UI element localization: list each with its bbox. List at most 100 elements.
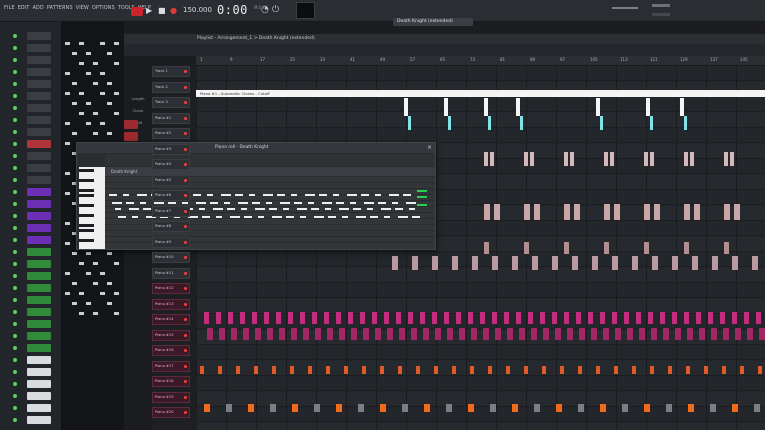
pattern-clip[interactable] [226, 404, 232, 412]
pattern-clip[interactable] [516, 312, 521, 324]
pattern-clip[interactable] [387, 328, 393, 340]
track-header[interactable]: Track 2 [152, 81, 190, 93]
midi-note[interactable] [283, 208, 289, 210]
pattern-clip[interactable] [644, 204, 650, 220]
step-cell[interactable] [72, 102, 77, 105]
pattern-clip[interactable] [468, 312, 473, 324]
playlist-track-lane[interactable] [196, 128, 765, 143]
step-cell[interactable] [107, 132, 112, 135]
track-mute-led[interactable] [184, 318, 187, 321]
step-cell[interactable] [114, 262, 119, 265]
step-cell[interactable] [93, 282, 98, 285]
wait-record-icon[interactable]: ⏻ [272, 5, 279, 15]
pattern-clip[interactable] [471, 328, 477, 340]
pattern-clip[interactable] [696, 312, 701, 324]
track-mute-led[interactable] [184, 349, 187, 352]
midi-note[interactable] [308, 202, 314, 204]
pattern-clip[interactable] [663, 328, 669, 340]
pattern-clip[interactable] [288, 312, 293, 324]
pattern-clip[interactable] [708, 312, 713, 324]
channel-led[interactable] [13, 58, 17, 62]
pattern-clip[interactable] [204, 404, 210, 412]
pattern-clip[interactable] [351, 328, 357, 340]
track-mute-led[interactable] [184, 101, 187, 104]
pattern-clip[interactable] [578, 366, 582, 374]
pattern-clip[interactable] [420, 312, 425, 324]
step-cell[interactable] [79, 42, 84, 45]
track-header[interactable]: Piano #16 [152, 345, 190, 356]
selected-midi-note[interactable] [417, 196, 427, 198]
pattern-clip[interactable] [315, 328, 321, 340]
pattern-clip[interactable] [327, 328, 333, 340]
track-header[interactable]: Piano #9 [152, 236, 190, 248]
channel-button[interactable] [27, 236, 51, 244]
playlist-track-lane[interactable] [196, 345, 765, 360]
pattern-clip[interactable] [488, 366, 492, 374]
midi-note[interactable] [325, 208, 331, 210]
midi-note[interactable] [255, 208, 265, 210]
pattern-clip[interactable] [555, 328, 561, 340]
midi-note[interactable] [277, 194, 285, 196]
channel-led[interactable] [13, 166, 17, 170]
track-mute-led[interactable] [184, 194, 187, 197]
midi-note[interactable] [319, 194, 327, 196]
pattern-clip[interactable] [492, 312, 497, 324]
pattern-clip[interactable] [435, 328, 441, 340]
midi-note[interactable] [297, 208, 307, 210]
step-cell[interactable] [114, 292, 119, 295]
channel-button[interactable] [27, 368, 51, 376]
midi-note[interactable] [398, 216, 408, 218]
step-cell[interactable] [65, 272, 70, 275]
step-cell[interactable] [100, 92, 105, 95]
black-key[interactable] [79, 169, 94, 172]
pattern-clip[interactable] [636, 312, 641, 324]
pattern-clip[interactable] [754, 404, 760, 412]
track-header[interactable]: Piano #14 [152, 314, 190, 325]
pattern-clip[interactable] [724, 152, 728, 166]
midi-note[interactable] [210, 202, 218, 204]
pattern-clip[interactable] [603, 328, 609, 340]
channel-button[interactable] [27, 296, 51, 304]
pattern-clip[interactable] [552, 312, 557, 324]
pattern-clip[interactable] [520, 116, 523, 130]
channel-button[interactable] [27, 212, 51, 220]
midi-note[interactable] [305, 194, 315, 196]
track-mute-led[interactable] [184, 132, 187, 135]
track-mute-led[interactable] [184, 178, 187, 182]
midi-note[interactable] [375, 194, 381, 196]
black-key[interactable] [79, 229, 94, 232]
channel-button[interactable] [27, 416, 51, 424]
pattern-clip[interactable] [650, 366, 654, 374]
pattern-clip[interactable] [744, 312, 749, 324]
midi-note[interactable] [221, 194, 231, 196]
menu-item-patterns[interactable]: PATTERNS [47, 6, 73, 11]
pattern-clip[interactable] [687, 328, 693, 340]
channel-led[interactable] [13, 82, 17, 86]
pattern-clip[interactable] [380, 366, 384, 374]
step-cell[interactable] [107, 82, 112, 85]
record-button[interactable]: ● [170, 6, 177, 16]
channel-led[interactable] [13, 106, 17, 110]
channel-button[interactable] [27, 128, 51, 136]
midi-note[interactable] [294, 202, 302, 204]
step-cell[interactable] [86, 72, 91, 75]
pattern-clip[interactable] [532, 256, 538, 270]
track-header[interactable]: Piano #18 [152, 376, 190, 387]
step-cell[interactable] [107, 102, 112, 105]
tempo-display[interactable]: 150.000 [183, 6, 212, 14]
pattern-clip[interactable] [644, 404, 650, 412]
pattern-clip[interactable] [524, 152, 528, 166]
pattern-clip[interactable] [408, 312, 413, 324]
pattern-clip[interactable] [734, 204, 740, 220]
playlist-track-lane[interactable] [196, 360, 765, 376]
pattern-clip[interactable] [711, 328, 717, 340]
pattern-clip[interactable] [722, 366, 726, 374]
step-cell[interactable] [100, 122, 105, 125]
channel-led[interactable] [13, 46, 17, 50]
channel-button[interactable] [27, 404, 51, 412]
pattern-clip[interactable] [534, 404, 540, 412]
track-mute-led[interactable] [184, 287, 187, 290]
pattern-clip[interactable] [692, 256, 698, 270]
pattern-clip[interactable] [267, 328, 273, 340]
channel-button[interactable] [27, 188, 51, 196]
